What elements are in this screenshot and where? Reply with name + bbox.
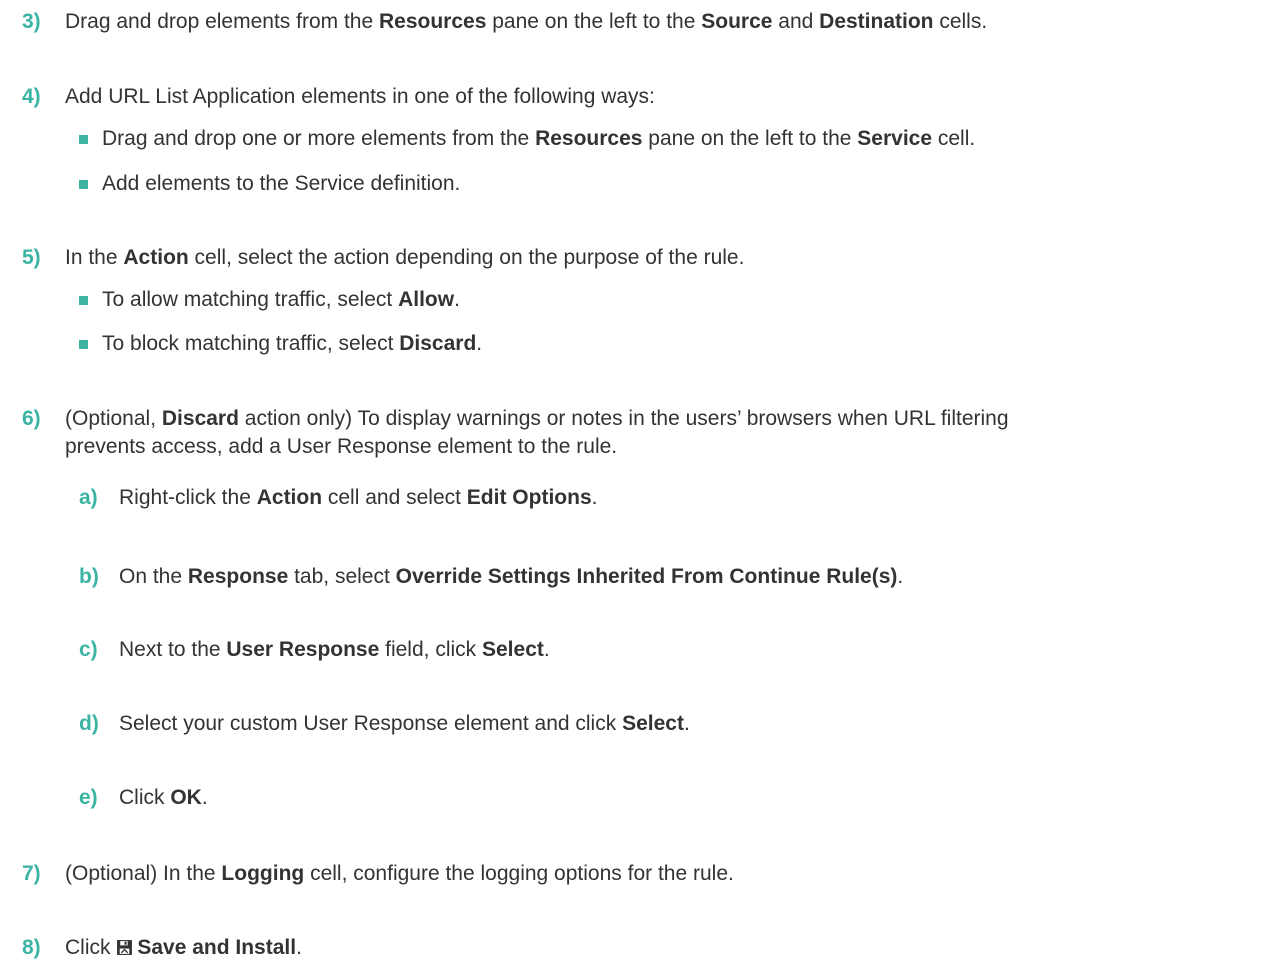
substep-text: Select your custom User Response element… [119,712,690,735]
bullet-text: Drag and drop one or more elements from … [102,127,976,150]
substep-text: Right-click the Action cell and select E… [119,486,598,509]
step-text: (Optional) In the Logging cell, configur… [65,862,734,885]
square-bullet-icon [79,135,88,144]
step-text: In the Action cell, select the action de… [65,246,745,269]
step-text: prevents access, add a User Response ele… [65,435,618,458]
bullet-text: To allow matching traffic, select Allow. [102,288,460,311]
substep-letter: c) [79,638,98,661]
square-bullet-icon [79,340,88,349]
step-text: (Optional, Discard action only) To displ… [65,407,1009,430]
step-number: 6) [22,407,41,430]
square-bullet-icon [79,180,88,189]
substep-text: Next to the User Response field, click S… [119,638,550,661]
substep-letter: a) [79,486,98,509]
substep-letter: b) [79,565,99,588]
step-number: 4) [22,85,41,108]
substep-text: On the Response tab, select Override Set… [119,565,904,588]
step-number: 7) [22,862,41,885]
substep-text: Click OK. [119,786,208,809]
substep-letter: e) [79,786,98,809]
square-bullet-icon [79,296,88,305]
document-page: 3) Drag and drop elements from the Resou… [0,0,1273,973]
step-text: Click Save and Install. [65,936,302,959]
save-icon [117,940,133,955]
bullet-text: To block matching traffic, select Discar… [102,332,483,355]
bullet-text: Add elements to the Service definition. [102,172,461,195]
step-number: 3) [22,10,41,33]
step-text: Add URL List Application elements in one… [65,85,655,108]
step-text: Drag and drop elements from the Resource… [65,10,988,33]
step-number: 5) [22,246,41,269]
step-number: 8) [22,936,41,959]
substep-letter: d) [79,712,99,735]
